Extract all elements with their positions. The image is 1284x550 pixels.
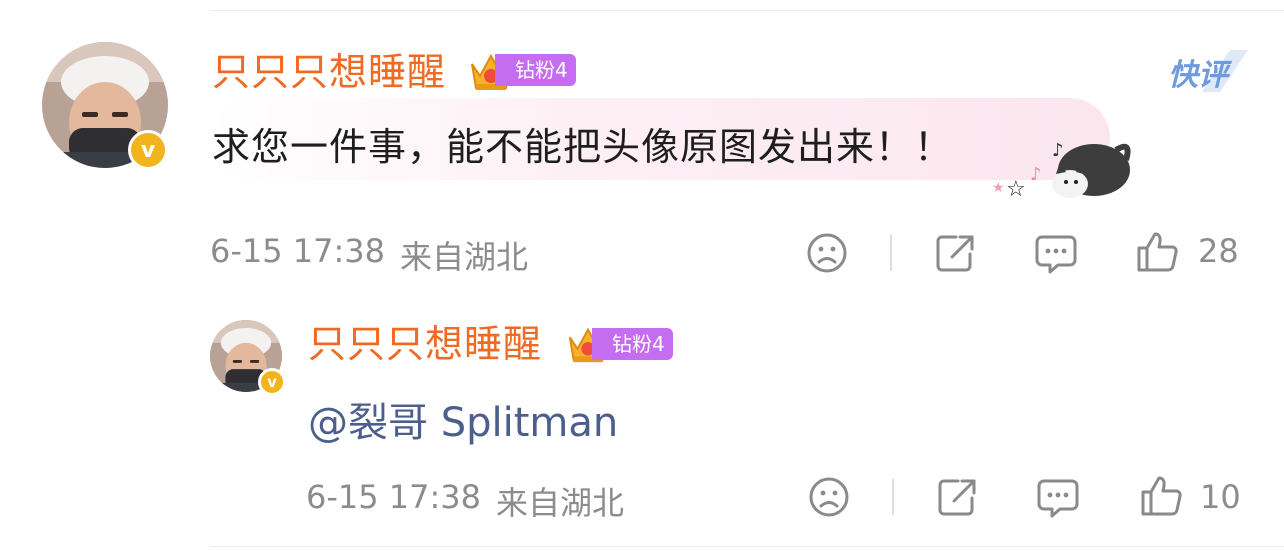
reply-thumbs-up-icon[interactable] <box>1140 474 1184 518</box>
comment-username[interactable]: 只只只想睡醒 <box>212 50 446 94</box>
reply-location: 来自湖北 <box>496 484 625 522</box>
bottom-divider <box>210 546 1284 547</box>
quick-comment-button[interactable]: 快评 <box>1168 50 1228 94</box>
action-divider <box>890 235 892 271</box>
comment-text: 求您一件事，能不能把头像原图发出来！！ <box>212 125 954 169</box>
comment-icon[interactable] <box>1034 232 1078 276</box>
share-icon[interactable] <box>934 232 976 274</box>
sad-face-icon[interactable] <box>806 232 848 274</box>
reply-comment-icon[interactable] <box>1036 476 1080 520</box>
reply-share-icon[interactable] <box>936 476 978 518</box>
reply-action-divider <box>892 479 894 515</box>
svg-text:☆: ☆ <box>1006 177 1026 202</box>
verified-badge-icon: v <box>128 130 168 170</box>
comment-time: 6-15 17:38 <box>210 232 386 270</box>
reply-time: 6-15 17:38 <box>306 478 482 516</box>
reply-username[interactable]: 只只只想睡醒 <box>308 322 542 366</box>
reply-like-count: 10 <box>1200 478 1241 516</box>
like-count: 28 <box>1198 232 1239 270</box>
reply-mention[interactable]: @裂哥 Splitman <box>308 390 618 448</box>
comment-location: 来自湖北 <box>400 238 529 276</box>
svg-text:♪: ♪ <box>1052 140 1064 161</box>
fan-badge: 钻粉4 <box>495 54 576 86</box>
svg-text:★: ★ <box>992 180 1005 196</box>
cat-sticker-icon: ★ ☆ ♪ ♪ <box>992 140 1131 202</box>
thumbs-up-icon[interactable] <box>1136 230 1180 274</box>
reply-sad-face-icon[interactable] <box>808 476 850 518</box>
reply-verified-badge-icon: v <box>258 368 286 396</box>
reply-fan-badge: 钻粉4 <box>592 328 673 360</box>
svg-text:♪: ♪ <box>1030 164 1042 185</box>
top-divider <box>210 10 1284 11</box>
